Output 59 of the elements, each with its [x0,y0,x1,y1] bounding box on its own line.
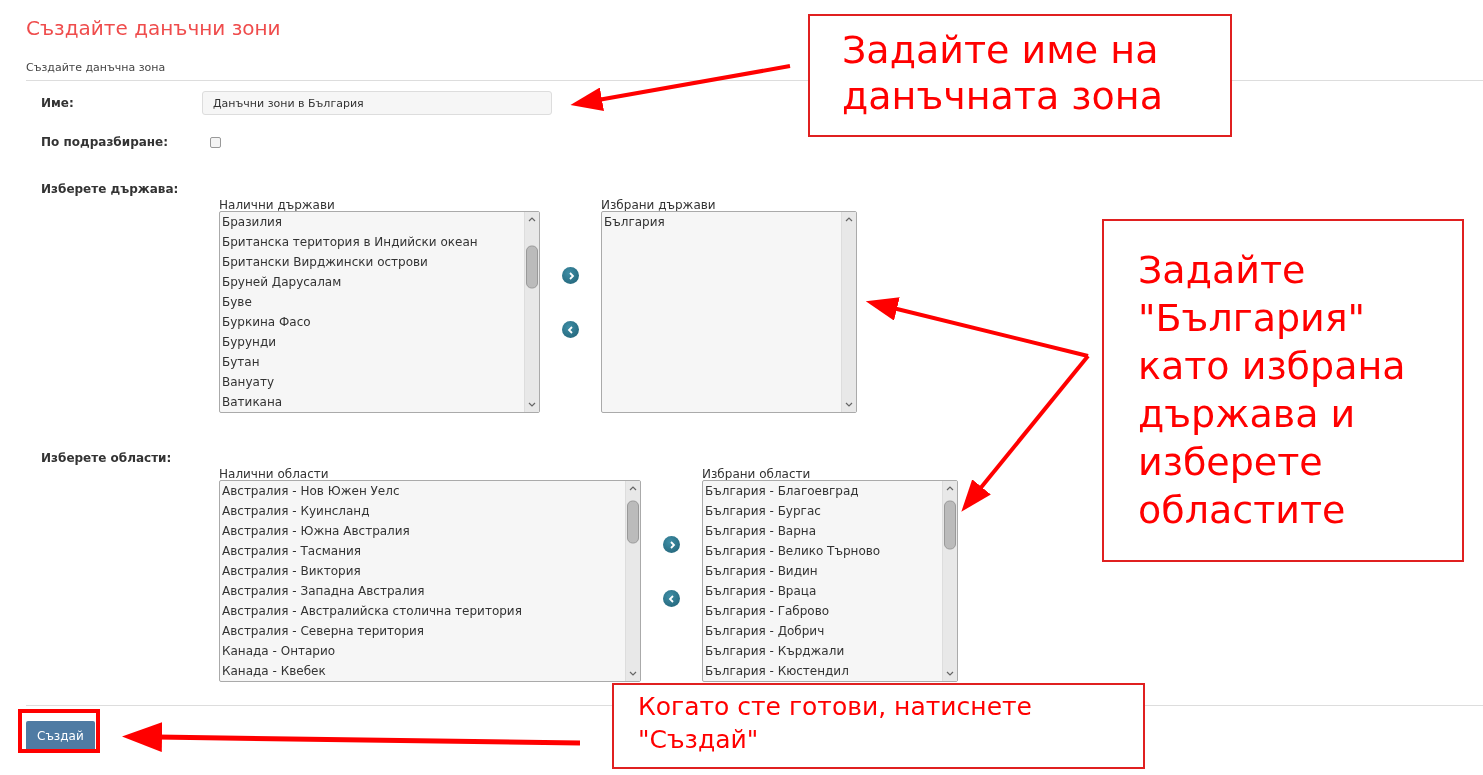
list-option[interactable]: Австралия - Нов Южен Уелс [222,481,400,501]
list-option[interactable]: Бурунди [222,332,276,352]
list-option[interactable]: България - Видин [705,561,818,581]
annotation-callout: Когато сте готови, натиснете "Създай" [612,683,1145,769]
list-box[interactable] [219,480,641,682]
page-title: Създайте данъчни зони [26,16,281,40]
list-caption: Избрани области [702,466,811,482]
list-option[interactable]: Вануату [222,372,274,392]
list-option[interactable]: Буркина Фасо [222,312,311,332]
chevron-left-icon [667,594,676,603]
list-option[interactable]: Австралия - Южна Австралия [222,521,410,541]
list-option[interactable]: Канада - Онтарио [222,641,336,661]
list-option[interactable]: България - Кърджали [705,641,845,661]
field-label: Изберете държава: [41,182,179,196]
list-option[interactable]: България - Габрово [705,601,830,621]
list-caption: Налични области [219,466,329,482]
default-checkbox[interactable] [210,136,221,148]
field-label: По подразбиране: [41,135,169,149]
list-option[interactable]: България - Добрич [705,621,825,641]
move-right-button[interactable] [562,267,579,284]
list-option[interactable]: България [604,212,665,232]
list-option[interactable]: Бруней Дарусалам [222,272,342,292]
list-option[interactable]: Австралия - Куинсланд [222,501,370,521]
list-option[interactable]: Бразилия [222,212,283,232]
move-left-button[interactable] [562,321,579,338]
list-option[interactable]: България - Велико Търново [705,541,881,561]
move-right-button[interactable] [663,536,680,553]
list-option[interactable]: Австралия - Западна Австралия [222,581,425,601]
list-box[interactable]: България - Благоевград България - Бургас България - Варна България - Велико Търново България - Видин България - Враца България - Габрово България - Добрич България - Кърджали България - Кюстендил [702,480,958,682]
list-option[interactable]: Канада - Квебек [222,661,326,681]
list-option[interactable]: Буве [222,292,252,312]
name-input-field[interactable]: Данъчни зони в България [202,91,552,115]
list-option[interactable]: България - Враца [705,581,817,601]
list-caption: Избрани държави [601,197,716,213]
field-label: Изберете области: [41,451,172,465]
list-option[interactable]: Австралия - Северна територия [222,621,425,641]
list-option[interactable]: България - Благоевград [705,481,859,501]
section-title: Създайте данъчна зона [26,61,166,74]
create-button[interactable]: Създай [26,721,95,751]
chevron-right-icon [566,271,575,280]
list-option[interactable]: България - Кюстендил [705,661,849,681]
list-option[interactable]: Австралия - Виктория [222,561,361,581]
list-option[interactable]: Британски Вирджински острови [222,252,428,272]
list-option[interactable]: Ватикана [222,392,283,412]
list-option[interactable]: Британска територия в Индийски океан [222,232,478,252]
chevron-left-icon [566,325,575,334]
list-option[interactable]: Австралия - Австралийска столична територия [222,601,522,621]
move-left-button[interactable] [663,590,680,607]
annotation-callout: Задайте име на данъчната зона [808,14,1232,137]
list-option[interactable]: Австралия - Тасмания [222,541,362,561]
list-option[interactable]: България - Бургас [705,501,821,521]
list-box[interactable]: България [601,211,857,413]
list-caption: Налични държави [219,197,335,213]
list-option[interactable]: България - Варна [705,521,817,541]
chevron-right-icon [667,540,676,549]
list-box[interactable]: Бразилия Британска територия в Индийски океан Британски Вирджински острови Бруней Дарусалам Буве Буркина Фасо Бурунди Бутан Вануату Ватикана [219,211,540,413]
field-label: Име: [41,96,74,110]
list-option[interactable]: Бутан [222,352,260,372]
annotation-callout: Задайте "България" като избрана държава и изберете областите [1102,219,1464,562]
